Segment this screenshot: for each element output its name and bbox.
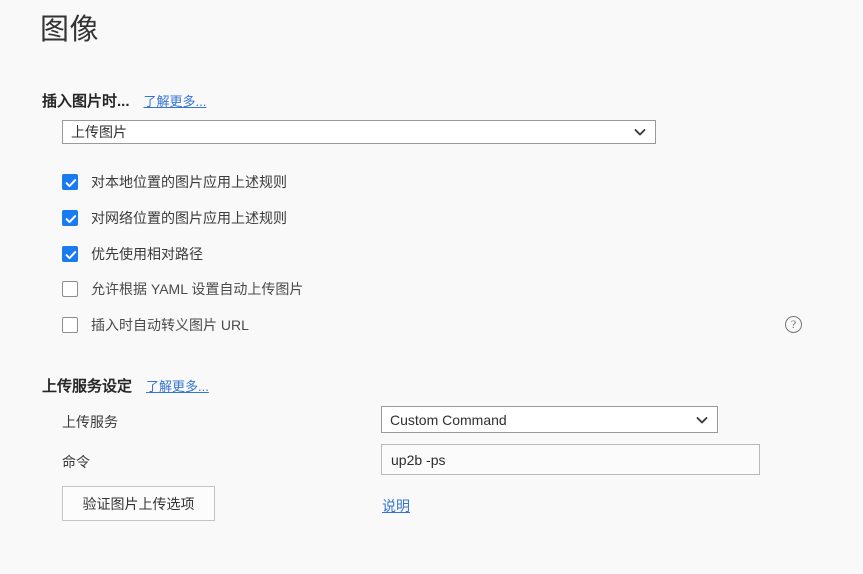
command-label: 命令 <box>62 454 90 470</box>
checkbox-checked-icon[interactable] <box>62 246 78 262</box>
checkbox-label: 优先使用相对路径 <box>91 246 203 262</box>
checkbox-checked-icon[interactable] <box>62 174 78 190</box>
checkbox-row-network-rules[interactable]: 对网络位置的图片应用上述规则 <box>62 210 287 226</box>
chevron-down-icon <box>633 125 647 139</box>
checkbox-label: 对本地位置的图片应用上述规则 <box>91 174 287 190</box>
checkbox-label: 对网络位置的图片应用上述规则 <box>91 210 287 226</box>
command-help-link[interactable]: 说明 <box>382 496 410 516</box>
checkbox-label: 插入时自动转义图片 URL <box>91 317 249 333</box>
upload-service-label: 上传服务 <box>62 414 118 430</box>
command-input[interactable] <box>381 444 760 475</box>
checkbox-unchecked-icon[interactable] <box>62 281 78 297</box>
chevron-down-icon <box>695 413 709 427</box>
section-title-insert-image: 插入图片时... <box>42 93 130 110</box>
page-title: 图像 <box>40 14 100 46</box>
section-header-insert-image: 插入图片时... 了解更多... <box>42 90 206 111</box>
learn-more-link-upload[interactable]: 了解更多... <box>146 376 209 395</box>
checkbox-unchecked-icon[interactable] <box>62 317 78 333</box>
section-title-upload-service: 上传服务设定 <box>42 378 133 395</box>
checkbox-row-escape-image-url[interactable]: 插入时自动转义图片 URL <box>62 317 249 333</box>
checkbox-checked-icon[interactable] <box>62 210 78 226</box>
insert-behavior-select[interactable]: 上传图片 <box>62 120 656 144</box>
verify-upload-options-button[interactable]: 验证图片上传选项 <box>62 486 215 521</box>
checkbox-label: 允许根据 YAML 设置自动上传图片 <box>91 281 304 297</box>
checkbox-row-relative-path[interactable]: 优先使用相对路径 <box>62 246 203 262</box>
section-header-upload-service: 上传服务设定 了解更多... <box>42 375 209 396</box>
help-circle-icon[interactable]: ? <box>785 316 802 333</box>
upload-service-select-value: Custom Command <box>390 411 507 428</box>
insert-behavior-select-value: 上传图片 <box>71 124 127 140</box>
checkbox-row-local-rules[interactable]: 对本地位置的图片应用上述规则 <box>62 174 287 190</box>
image-settings-page: 图像 插入图片时... 了解更多... 上传图片 对本地位置的图片应用上述规则 … <box>0 0 863 574</box>
upload-service-select[interactable]: Custom Command <box>381 406 718 433</box>
learn-more-link-insert[interactable]: 了解更多... <box>144 91 207 110</box>
checkbox-row-yaml-auto-upload[interactable]: 允许根据 YAML 设置自动上传图片 <box>62 281 303 297</box>
